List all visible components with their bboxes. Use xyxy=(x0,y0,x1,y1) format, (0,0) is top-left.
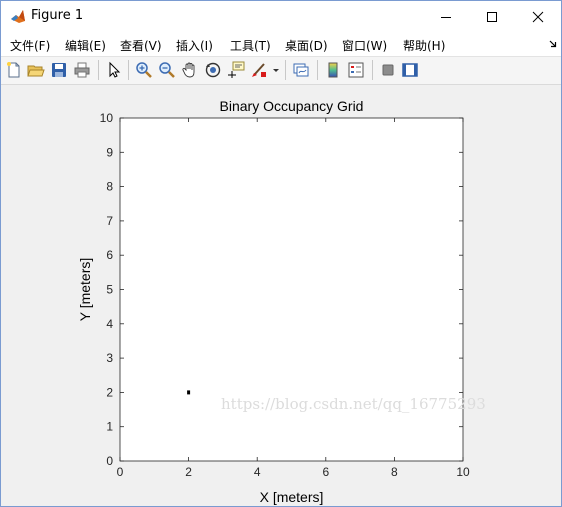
pointer-icon[interactable] xyxy=(105,61,123,79)
watermark-text: https://blog.csdn.net/qq_16775293 xyxy=(221,395,486,413)
y-tick-label: 3 xyxy=(106,351,113,365)
menu-help[interactable]: 帮助(H) xyxy=(403,37,445,54)
show-plot-tools-icon[interactable] xyxy=(401,61,419,79)
window-title: Figure 1 xyxy=(31,8,84,23)
y-tick-label: 10 xyxy=(100,111,114,125)
toolbar-separator xyxy=(98,60,99,80)
menu-edit[interactable]: 编辑(E) xyxy=(65,37,106,54)
menu-bar: 文件(F) 编辑(E) 查看(V) 插入(I) 工具(T) 桌面(D) 窗口(W… xyxy=(1,32,561,57)
toolbar-separator xyxy=(372,60,373,80)
y-tick-label: 7 xyxy=(106,214,113,228)
title-bar[interactable]: Figure 1 xyxy=(1,1,561,32)
data-cursor-icon[interactable] xyxy=(227,61,245,79)
colorbar-icon[interactable] xyxy=(324,61,342,79)
link-plot-icon[interactable] xyxy=(292,61,310,79)
x-tick-label: 2 xyxy=(185,465,192,479)
chart-svg[interactable]: 0 2 4 6 8 10 0 1 2 3 4 5 6 7 8 9 10 Binary Occupancy Grid… xyxy=(1,85,561,506)
menu-window[interactable]: 窗口(W) xyxy=(342,37,387,54)
figure-window: Figure 1 文件(F) 编辑(E) 查看(V) 插入(I) 工具(T) 桌… xyxy=(0,0,562,507)
x-axis-label: X [meters] xyxy=(260,489,324,505)
legend-icon[interactable] xyxy=(347,61,365,79)
close-button[interactable] xyxy=(515,1,561,32)
y-tick-label: 0 xyxy=(106,454,113,468)
y-tick-label: 1 xyxy=(106,420,113,434)
open-file-icon[interactable] xyxy=(27,61,45,79)
zoom-in-icon[interactable] xyxy=(135,61,153,79)
zoom-out-icon[interactable] xyxy=(158,61,176,79)
toolbar-separator xyxy=(285,60,286,80)
save-icon[interactable] xyxy=(50,61,68,79)
chevron-down-icon[interactable] xyxy=(271,61,281,79)
menu-file[interactable]: 文件(F) xyxy=(10,37,50,54)
y-tick-label: 4 xyxy=(106,317,113,331)
rotate-3d-icon[interactable] xyxy=(204,61,222,79)
x-tick-label: 4 xyxy=(254,465,261,479)
maximize-button[interactable] xyxy=(469,1,515,32)
minimize-icon xyxy=(441,16,451,18)
x-tick-label: 6 xyxy=(322,465,329,479)
y-tick-label: 9 xyxy=(106,145,113,159)
y-tick-label: 6 xyxy=(106,248,113,262)
hide-plot-tools-icon[interactable] xyxy=(379,61,397,79)
close-icon xyxy=(532,11,544,22)
matlab-icon xyxy=(10,8,26,24)
y-axis-label: Y [meters] xyxy=(77,258,93,322)
occupied-cell-marker xyxy=(187,390,191,395)
figure-canvas[interactable]: 0 2 4 6 8 10 0 1 2 3 4 5 6 7 8 9 10 Binary Occupancy Grid… xyxy=(1,85,561,506)
menu-tools[interactable]: 工具(T) xyxy=(230,37,271,54)
x-tick-label: 8 xyxy=(391,465,398,479)
new-figure-icon[interactable] xyxy=(5,61,23,79)
dock-arrow-icon[interactable] xyxy=(549,40,557,48)
figure-toolbar xyxy=(1,57,561,85)
y-tick-label: 5 xyxy=(106,283,113,297)
minimize-button[interactable] xyxy=(423,1,469,32)
toolbar-separator xyxy=(128,60,129,80)
x-tick-label: 0 xyxy=(117,465,124,479)
x-tick-label: 10 xyxy=(456,465,470,479)
maximize-icon xyxy=(487,11,497,22)
chart-title: Binary Occupancy Grid xyxy=(220,98,364,114)
menu-view[interactable]: 查看(V) xyxy=(120,37,162,54)
menu-desktop[interactable]: 桌面(D) xyxy=(285,37,328,54)
brush-icon[interactable] xyxy=(250,61,268,79)
print-icon[interactable] xyxy=(73,61,91,79)
y-tick-label: 2 xyxy=(106,385,113,399)
y-tick-label: 8 xyxy=(106,180,113,194)
pan-icon[interactable] xyxy=(181,61,199,79)
menu-insert[interactable]: 插入(I) xyxy=(176,37,213,54)
toolbar-separator xyxy=(317,60,318,80)
